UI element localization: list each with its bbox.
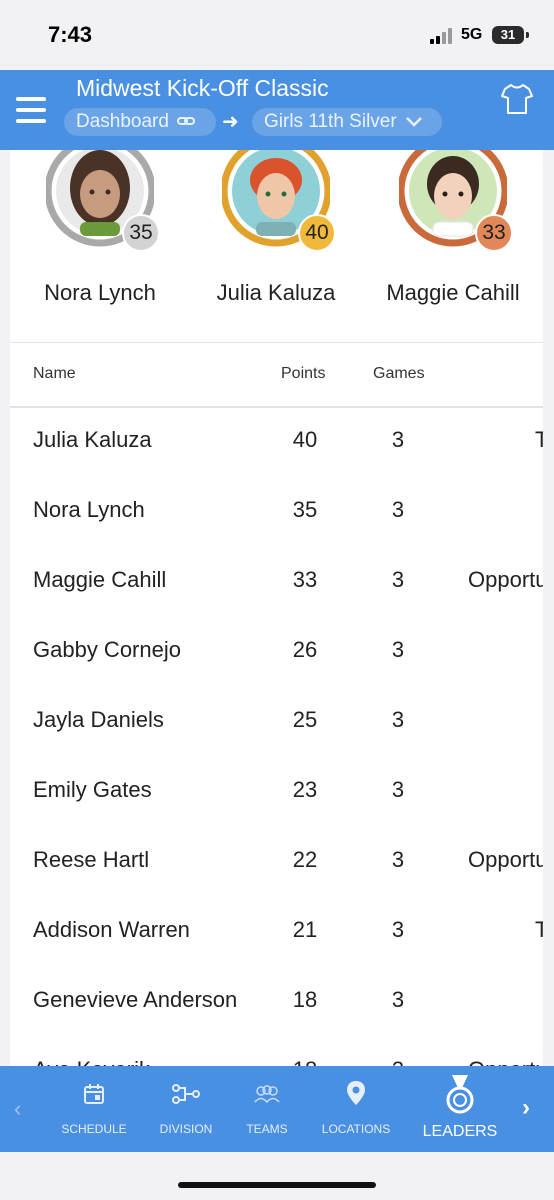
player-name: Reese Hartl bbox=[33, 847, 150, 872]
player-games: 3 bbox=[391, 917, 405, 942]
page-title: Midwest Kick-Off Classic bbox=[76, 75, 329, 101]
chevron-down-icon bbox=[406, 117, 422, 127]
home-area bbox=[0, 1152, 554, 1200]
player-extra: Opportu bbox=[468, 567, 543, 592]
podium-name: Nora Lynch bbox=[44, 280, 156, 305]
nav-schedule[interactable]: SCHEDULE bbox=[52, 1066, 136, 1152]
table-row[interactable]: Maggie Cahill 33 3 Opportu bbox=[10, 547, 543, 617]
battery-tip bbox=[526, 32, 529, 38]
player-extra: T bbox=[535, 427, 543, 452]
player-name: Gabby Cornejo bbox=[33, 637, 181, 662]
chevron-left-icon[interactable]: ‹ bbox=[14, 1096, 21, 1122]
points-badge: 40 bbox=[298, 214, 336, 252]
avatar: 33 bbox=[397, 150, 513, 252]
player-points: 26 bbox=[292, 637, 318, 662]
player-name: Addison Warren bbox=[33, 917, 190, 942]
column-header-games[interactable]: Games bbox=[373, 365, 425, 383]
player-games: 3 bbox=[391, 497, 405, 522]
medal-icon bbox=[446, 1075, 474, 1114]
column-header-name[interactable]: Name bbox=[33, 365, 76, 383]
points-badge: 33 bbox=[475, 214, 513, 252]
calendar-icon bbox=[84, 1084, 104, 1104]
jersey-icon[interactable] bbox=[500, 82, 534, 116]
breadcrumb-arrow-icon: ➜ bbox=[222, 111, 239, 133]
player-points: 40 bbox=[292, 427, 318, 452]
breadcrumb-label: Dashboard bbox=[76, 111, 169, 132]
player-points: 33 bbox=[292, 567, 318, 592]
player-name: Julia Kaluza bbox=[33, 427, 152, 452]
player-games: 3 bbox=[391, 637, 405, 662]
player-points: 25 bbox=[292, 707, 318, 732]
table-row[interactable]: Genevieve Anderson 18 3 bbox=[10, 967, 543, 1037]
player-name: Nora Lynch bbox=[33, 497, 145, 522]
player-points: 35 bbox=[292, 497, 318, 522]
table-row[interactable]: Addison Warren 21 3 T bbox=[10, 897, 543, 967]
nav-label: DIVISION bbox=[159, 1122, 213, 1136]
avatar: 40 bbox=[220, 150, 336, 252]
table-row[interactable]: Ava Kovarik 18 3 Opportu bbox=[10, 1037, 543, 1066]
nav-division[interactable]: DIVISION bbox=[146, 1066, 226, 1152]
player-points: 22 bbox=[292, 847, 318, 872]
player-extra: Opportu bbox=[468, 1057, 543, 1066]
breadcrumb-division[interactable]: Girls 11th Silver bbox=[252, 108, 442, 136]
table-row[interactable]: Jayla Daniels 25 3 bbox=[10, 687, 543, 757]
table-row[interactable]: Emily Gates 23 3 bbox=[10, 757, 543, 827]
player-games: 3 bbox=[391, 427, 405, 452]
network-type: 5G bbox=[461, 26, 483, 43]
leaders-card: 35 Nora Lynch 40 Julia Kaluza 33 Maggie … bbox=[10, 150, 543, 1066]
player-games: 3 bbox=[391, 777, 405, 802]
table-row[interactable]: Julia Kaluza 40 3 T bbox=[10, 407, 543, 477]
nav-label: TEAMS bbox=[246, 1122, 288, 1136]
app-header: Midwest Kick-Off Classic Dashboard ➜ Gir… bbox=[0, 70, 554, 150]
link-icon bbox=[177, 117, 196, 125]
battery-icon: 31 bbox=[492, 26, 524, 44]
table-header: Name Points Games bbox=[10, 343, 543, 406]
status-time: 7:43 bbox=[48, 22, 93, 47]
bracket-icon bbox=[172, 1084, 200, 1104]
nav-label: LOCATIONS bbox=[321, 1122, 391, 1136]
player-games: 3 bbox=[391, 847, 405, 872]
player-name: Emily Gates bbox=[33, 777, 152, 802]
people-icon bbox=[254, 1085, 280, 1104]
breadcrumb-dashboard[interactable]: Dashboard bbox=[64, 108, 216, 136]
player-games: 3 bbox=[378, 1057, 418, 1066]
avatar: 35 bbox=[44, 150, 160, 252]
podium-name: Maggie Cahill bbox=[386, 280, 520, 305]
player-games: 3 bbox=[391, 987, 405, 1012]
player-name: Maggie Cahill bbox=[33, 567, 167, 592]
player-name: Jayla Daniels bbox=[33, 707, 164, 732]
nav-label: LEADERS bbox=[422, 1123, 498, 1140]
home-indicator[interactable] bbox=[178, 1182, 376, 1188]
breadcrumb-label: Girls 11th Silver bbox=[264, 111, 397, 132]
table-row[interactable]: Reese Hartl 22 3 Opportu bbox=[10, 827, 543, 897]
player-name: Genevieve Anderson bbox=[33, 987, 238, 1012]
table-row[interactable]: Nora Lynch 35 3 bbox=[10, 477, 543, 547]
player-games: 3 bbox=[391, 567, 405, 592]
player-points: 18 bbox=[280, 1057, 330, 1066]
column-header-points[interactable]: Points bbox=[281, 365, 325, 383]
chevron-right-icon[interactable]: › bbox=[522, 1094, 530, 1122]
cellular-signal-icon bbox=[430, 28, 454, 44]
player-points: 23 bbox=[292, 777, 318, 802]
nav-label: SCHEDULE bbox=[61, 1122, 127, 1136]
hamburger-menu-icon[interactable] bbox=[16, 97, 46, 123]
player-points: 18 bbox=[292, 987, 318, 1012]
bottom-nav: ‹ SCHEDULE DIVISION TEAMS LOCATIONS LEAD… bbox=[0, 1066, 554, 1152]
player-points: 21 bbox=[292, 917, 318, 942]
nav-leaders[interactable]: LEADERS bbox=[414, 1066, 506, 1152]
player-name: Ava Kovarik bbox=[33, 1057, 150, 1066]
nav-locations[interactable]: LOCATIONS bbox=[314, 1066, 398, 1152]
player-games: 3 bbox=[391, 707, 405, 732]
map-pin-icon bbox=[347, 1081, 365, 1105]
player-extra: T bbox=[535, 917, 543, 942]
player-extra: Opportu bbox=[468, 847, 543, 872]
status-bar: 7:43 5G 31 bbox=[0, 0, 554, 70]
nav-teams[interactable]: TEAMS bbox=[232, 1066, 302, 1152]
podium-name: Julia Kaluza bbox=[216, 280, 336, 305]
points-badge: 35 bbox=[122, 214, 160, 252]
table-row[interactable]: Gabby Cornejo 26 3 bbox=[10, 617, 543, 687]
